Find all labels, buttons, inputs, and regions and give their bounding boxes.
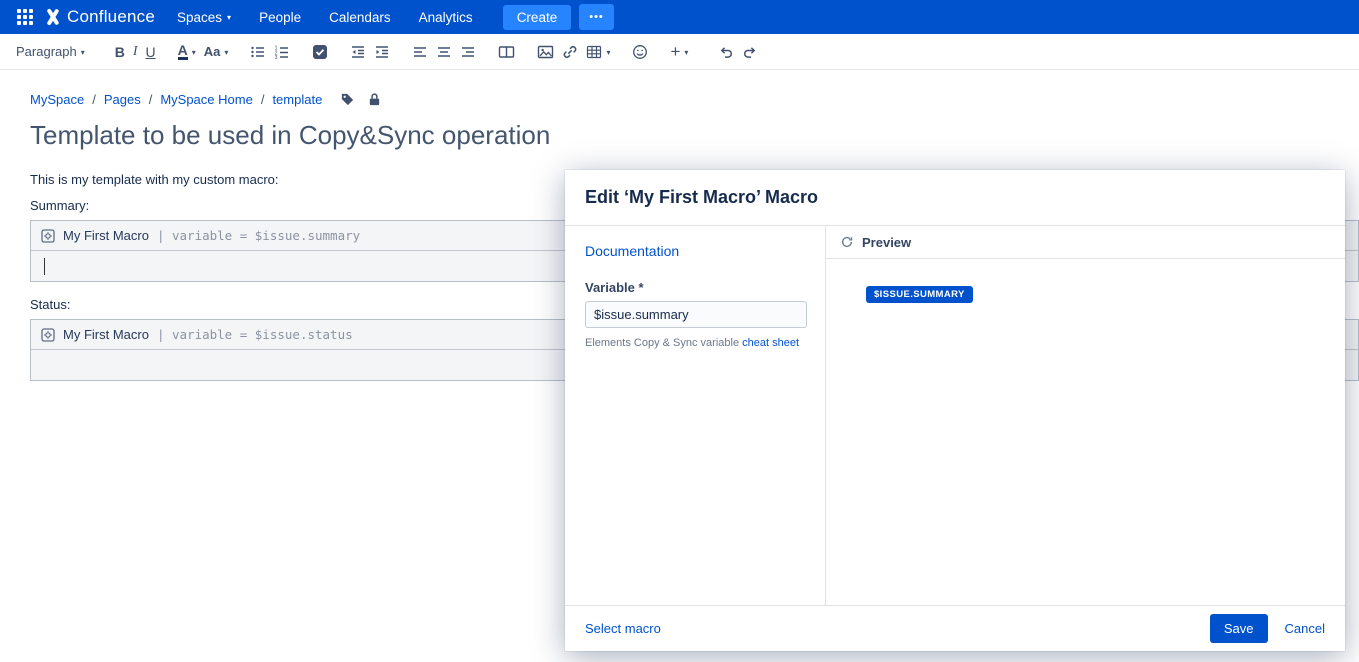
breadcrumb-link-template[interactable]: template xyxy=(272,92,322,107)
edit-macro-dialog: Edit ‘My First Macro’ Macro Documentatio… xyxy=(565,170,1345,651)
outdent-icon xyxy=(350,44,366,60)
bullet-list-icon xyxy=(250,44,266,60)
bullet-list-button[interactable] xyxy=(246,41,270,63)
editor-toolbar: Paragraph ▾ B I U A ▾ Aa ▾ 123 xyxy=(0,34,1359,70)
create-button[interactable]: Create xyxy=(503,5,572,30)
insert-link-button[interactable] xyxy=(558,41,582,63)
macro-parameters-panel: Documentation Variable * Elements Copy &… xyxy=(565,226,825,605)
app-switcher-icon[interactable] xyxy=(12,4,38,30)
variable-help-text: Elements Copy & Sync variable cheat shee… xyxy=(585,337,809,349)
insert-files-button[interactable] xyxy=(533,41,558,63)
variable-input[interactable] xyxy=(585,301,807,328)
page-layout-icon xyxy=(498,44,515,60)
task-list-button[interactable] xyxy=(308,41,332,63)
documentation-link[interactable]: Documentation xyxy=(585,243,679,259)
undo-button[interactable] xyxy=(714,41,738,63)
select-macro-link[interactable]: Select macro xyxy=(585,621,661,636)
breadcrumb-link-myspace[interactable]: MySpace xyxy=(30,92,84,107)
macro-name: My First Macro xyxy=(63,327,149,342)
outdent-button[interactable] xyxy=(346,41,370,63)
align-left-button[interactable] xyxy=(408,41,432,63)
task-list-icon xyxy=(312,44,328,60)
preview-area: $ISSUE.SUMMARY xyxy=(826,259,1345,605)
macro-params: | variable = $issue.summary xyxy=(157,228,360,243)
variable-preview-badge: $ISSUE.SUMMARY xyxy=(866,286,973,303)
insert-more-dropdown[interactable]: + ▾ xyxy=(666,40,692,63)
confluence-mark-icon xyxy=(44,9,60,25)
chevron-down-icon: ▾ xyxy=(684,49,688,57)
refresh-icon[interactable] xyxy=(840,235,854,249)
restrictions-lock-icon[interactable] xyxy=(367,92,382,107)
confluence-editor-screen: Confluence Spaces ▾ People Calendars Ana… xyxy=(0,0,1359,662)
insert-link-icon xyxy=(562,44,578,60)
emoji-button[interactable] xyxy=(628,41,652,63)
chevron-down-icon: ▾ xyxy=(606,49,610,57)
macro-icon xyxy=(41,229,55,243)
confluence-logo[interactable]: Confluence xyxy=(44,7,155,27)
text-color-dropdown[interactable]: A ▾ xyxy=(174,40,200,64)
insert-table-icon xyxy=(586,44,602,60)
redo-icon xyxy=(742,44,758,60)
svg-text:3: 3 xyxy=(275,55,278,60)
chevron-down-icon: ▾ xyxy=(81,49,85,57)
top-nav: Confluence Spaces ▾ People Calendars Ana… xyxy=(0,0,1359,34)
macro-icon xyxy=(41,328,55,342)
breadcrumb-link-pages[interactable]: Pages xyxy=(104,92,141,107)
numbered-list-button[interactable]: 123 xyxy=(270,41,294,63)
breadcrumb-separator: / xyxy=(92,92,96,107)
nav-item-calendars[interactable]: Calendars xyxy=(329,10,391,25)
dialog-title: Edit ‘My First Macro’ Macro xyxy=(585,187,818,208)
cancel-link[interactable]: Cancel xyxy=(1285,621,1325,636)
emoji-icon xyxy=(632,44,648,60)
more-formatting-dropdown[interactable]: Aa ▾ xyxy=(200,41,233,62)
preview-label: Preview xyxy=(862,235,911,250)
save-button[interactable]: Save xyxy=(1210,614,1268,643)
align-center-icon xyxy=(436,44,452,60)
underline-button[interactable]: U xyxy=(142,41,160,63)
breadcrumb: MySpace / Pages / MySpace Home / templat… xyxy=(30,92,1359,107)
insert-table-dropdown[interactable]: ▾ xyxy=(582,41,614,63)
macro-preview-panel: Preview $ISSUE.SUMMARY xyxy=(825,226,1345,605)
breadcrumb-separator: / xyxy=(261,92,265,107)
align-right-button[interactable] xyxy=(456,41,480,63)
macro-name: My First Macro xyxy=(63,228,149,243)
page-title[interactable]: Template to be used in Copy&Sync operati… xyxy=(30,120,1359,151)
redo-button[interactable] xyxy=(738,41,762,63)
required-indicator: * xyxy=(639,280,644,295)
nav-more-button[interactable]: ••• xyxy=(579,4,614,30)
nav-item-analytics[interactable]: Analytics xyxy=(419,10,473,25)
page-layout-button[interactable] xyxy=(494,41,519,63)
undo-icon xyxy=(718,44,734,60)
indent-button[interactable] xyxy=(370,41,394,63)
breadcrumb-separator: / xyxy=(149,92,153,107)
brand-name: Confluence xyxy=(67,7,155,27)
paragraph-style-dropdown[interactable]: Paragraph ▾ xyxy=(12,41,89,62)
breadcrumb-link-myspace-home[interactable]: MySpace Home xyxy=(160,92,252,107)
align-right-icon xyxy=(460,44,476,60)
chevron-down-icon: ▾ xyxy=(224,49,228,57)
chevron-down-icon: ▾ xyxy=(227,14,231,22)
align-center-button[interactable] xyxy=(432,41,456,63)
chevron-down-icon: ▾ xyxy=(192,49,196,57)
macro-params: | variable = $issue.status xyxy=(157,327,353,342)
italic-button[interactable]: I xyxy=(129,41,142,63)
nav-item-people[interactable]: People xyxy=(259,10,301,25)
align-left-icon xyxy=(412,44,428,60)
nav-item-spaces[interactable]: Spaces ▾ xyxy=(177,10,231,25)
text-cursor xyxy=(44,258,45,275)
labels-tag-icon[interactable] xyxy=(340,92,355,107)
nav-items: Spaces ▾ People Calendars Analytics xyxy=(177,10,473,25)
numbered-list-icon: 123 xyxy=(274,44,290,60)
variable-field-label: Variable * xyxy=(585,280,809,295)
cheat-sheet-link[interactable]: cheat sheet xyxy=(742,337,799,349)
indent-icon xyxy=(374,44,390,60)
bold-button[interactable]: B xyxy=(111,41,129,63)
insert-image-icon xyxy=(537,44,554,60)
